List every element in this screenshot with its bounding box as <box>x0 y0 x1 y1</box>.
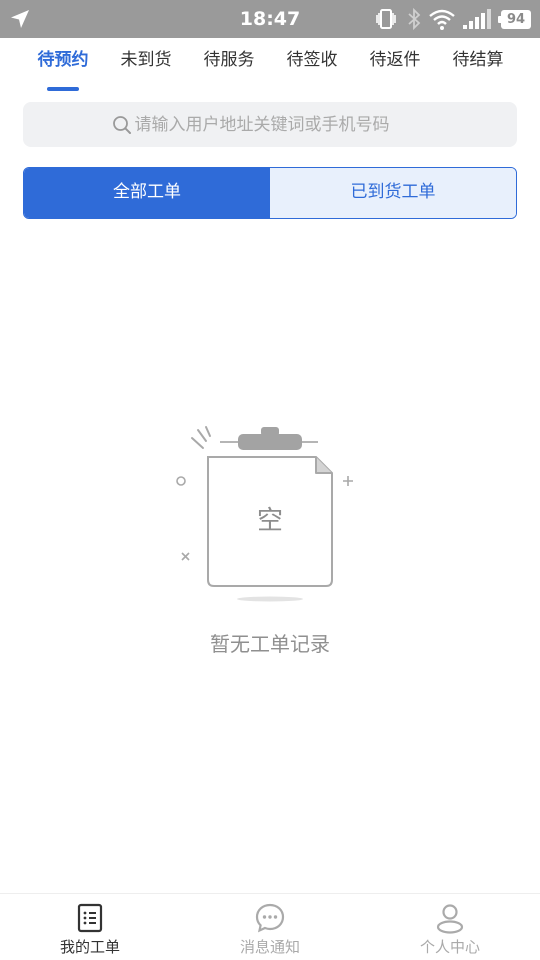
nav-profile[interactable]: 个人中心 <box>360 894 540 960</box>
nav-notifications-label: 消息通知 <box>239 938 300 956</box>
wifi-icon <box>429 9 455 30</box>
tab-pending-appointment[interactable]: 待预约 <box>22 38 104 94</box>
search-bar[interactable] <box>23 102 517 147</box>
search-input[interactable] <box>134 114 429 135</box>
nav-notifications[interactable]: 消息通知 <box>180 894 360 960</box>
nav-profile-label: 个人中心 <box>419 938 480 956</box>
status-bar: 18:47 94 <box>0 0 540 38</box>
vibrate-icon <box>376 9 396 29</box>
empty-illustration-char: 空 <box>256 506 283 536</box>
nav-my-orders-label: 我的工单 <box>59 938 120 956</box>
tab-pending-return[interactable]: 待返件 <box>354 38 436 94</box>
all-orders-button[interactable]: 全部工单 <box>24 168 270 218</box>
user-icon <box>436 904 464 934</box>
order-status-tabs: 待预约 未到货 待服务 待签收 待返件 待结算 <box>0 38 540 94</box>
tab-not-arrived[interactable]: 未到货 <box>105 38 187 94</box>
battery-icon: 94 <box>498 10 531 29</box>
active-tab-indicator <box>47 87 79 91</box>
list-document-icon <box>77 903 103 933</box>
bluetooth-icon <box>408 7 421 31</box>
search-icon <box>112 115 131 134</box>
chat-bubble-icon <box>255 903 285 933</box>
empty-state-message: 暂无工单记录 <box>210 632 330 656</box>
tab-pending-settlement[interactable]: 待结算 <box>437 38 519 94</box>
order-filter-segment: 全部工单 已到货工单 <box>23 167 517 219</box>
tab-pending-service[interactable]: 待服务 <box>188 38 270 94</box>
nav-my-orders[interactable]: 我的工单 <box>0 894 180 960</box>
bottom-navigation: 我的工单 消息通知 个人中心 <box>0 893 540 960</box>
status-time: 18:47 <box>239 8 301 30</box>
tab-pending-signoff[interactable]: 待签收 <box>271 38 353 94</box>
arrived-orders-button[interactable]: 已到货工单 <box>270 168 516 218</box>
app-screen: 18:47 94 待预约 未到货 待服务 待签收 待返件 待结算 请输入用户地址… <box>0 0 540 960</box>
signal-icon <box>463 9 491 29</box>
